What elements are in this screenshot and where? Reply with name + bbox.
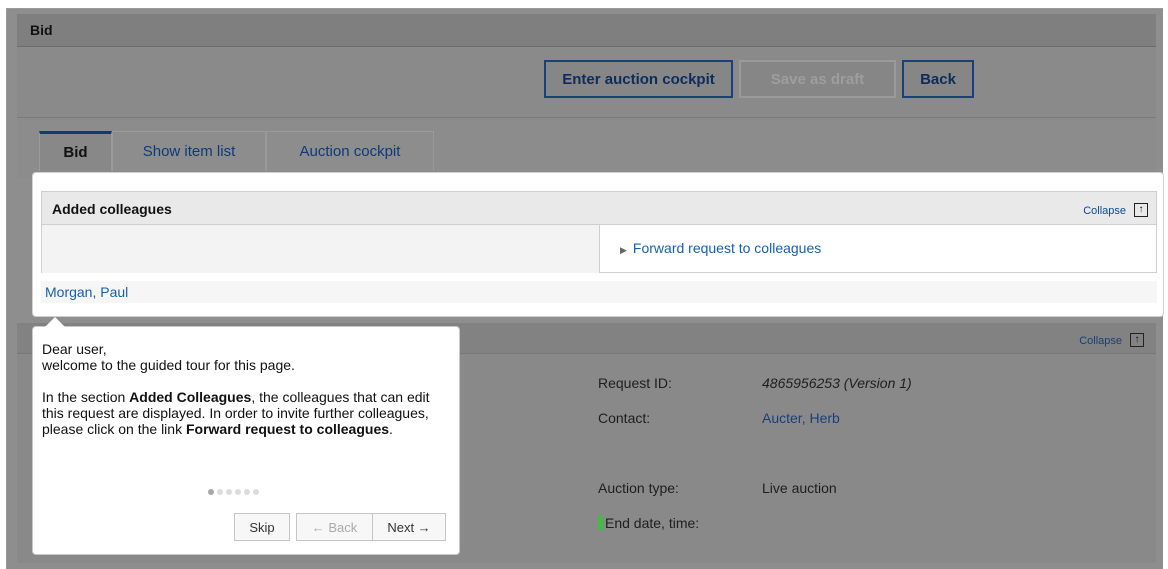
tour-next-button[interactable]: Next → bbox=[372, 513, 446, 541]
popover-arrow bbox=[45, 317, 65, 327]
tab-auction-cockpit[interactable]: Auction cockpit bbox=[266, 131, 434, 171]
added-colleagues-section: Added colleagues Collapse ↑ ▶ Forward requ… bbox=[33, 173, 1163, 316]
tab-strip: Bid Show item list Auction cockpit bbox=[17, 118, 1156, 178]
step-dot bbox=[235, 489, 241, 495]
added-colleagues-title: Added colleagues bbox=[52, 201, 172, 217]
end-date-label: End date, time: bbox=[598, 515, 699, 531]
expand-triangle-icon: ▶ bbox=[620, 245, 627, 255]
page-title: Bid bbox=[30, 22, 53, 38]
step-dot bbox=[253, 489, 259, 495]
auction-type-value: Live auction bbox=[762, 480, 837, 496]
step-dot bbox=[217, 489, 223, 495]
tab-show-item-list[interactable]: Show item list bbox=[112, 131, 266, 171]
tour-step-dots bbox=[208, 489, 259, 495]
tour-back-button[interactable]: ← Back bbox=[296, 513, 373, 541]
toolbar: Enter auction cockpit Save as draft Back bbox=[17, 47, 1156, 118]
tour-text-bold: Added Colleagues bbox=[129, 389, 252, 405]
added-colleagues-collapse[interactable]: Collapse ↑ bbox=[1083, 201, 1148, 218]
end-date-label-text: End date, time: bbox=[605, 515, 700, 531]
tour-welcome: welcome to the guided tour for this page… bbox=[42, 357, 295, 373]
required-marker-icon bbox=[598, 516, 603, 530]
collapse-link[interactable]: Collapse bbox=[1083, 205, 1126, 217]
tour-text-part: In the section bbox=[42, 389, 130, 405]
details-collapse[interactable]: Collapse ↑ bbox=[1079, 331, 1144, 348]
collapse-up-icon[interactable]: ↑ bbox=[1130, 333, 1144, 348]
forward-request-link-label[interactable]: Forward request to colleagues bbox=[633, 240, 821, 256]
colleagues-left-column bbox=[41, 225, 600, 273]
tour-text-bold: Forward request to colleagues bbox=[185, 421, 390, 437]
tour-description: In the section Added Colleagues, the col… bbox=[42, 389, 447, 437]
guided-tour-popover: Dear user, welcome to the guided tour fo… bbox=[33, 317, 459, 554]
forward-request-link[interactable]: ▶ Forward request to colleagues bbox=[620, 240, 821, 256]
back-button[interactable]: Back bbox=[902, 60, 974, 98]
forward-request-area: ▶ Forward request to colleagues bbox=[599, 225, 1157, 273]
step-dot bbox=[226, 489, 232, 495]
contact-label: Contact: bbox=[598, 410, 651, 426]
auction-type-label: Auction type: bbox=[598, 480, 679, 496]
added-colleagues-header: Added colleagues Collapse ↑ bbox=[41, 191, 1157, 225]
step-dot bbox=[244, 489, 250, 495]
colleague-row: Morgan, Paul bbox=[41, 281, 1157, 303]
save-as-draft-button[interactable]: Save as draft bbox=[739, 60, 896, 98]
step-dot-active bbox=[208, 489, 214, 495]
tab-bid[interactable]: Bid bbox=[39, 131, 112, 171]
collapse-link[interactable]: Collapse bbox=[1079, 335, 1122, 347]
contact-value-link[interactable]: Aucter, Herb bbox=[762, 410, 840, 426]
enter-auction-cockpit-button[interactable]: Enter auction cockpit bbox=[544, 60, 733, 98]
colleague-name-link[interactable]: Morgan, Paul bbox=[45, 284, 128, 300]
tour-text: Dear user, welcome to the guided tour fo… bbox=[42, 341, 447, 437]
collapse-up-icon[interactable]: ↑ bbox=[1134, 203, 1148, 218]
request-id-value: 4865956253 (Version 1) bbox=[762, 375, 912, 391]
tour-text-part: . bbox=[389, 421, 393, 437]
tour-greeting: Dear user, bbox=[42, 341, 107, 357]
request-id-label: Request ID: bbox=[598, 375, 672, 391]
title-bar: Bid bbox=[17, 14, 1156, 47]
tour-skip-button[interactable]: Skip bbox=[234, 513, 290, 541]
